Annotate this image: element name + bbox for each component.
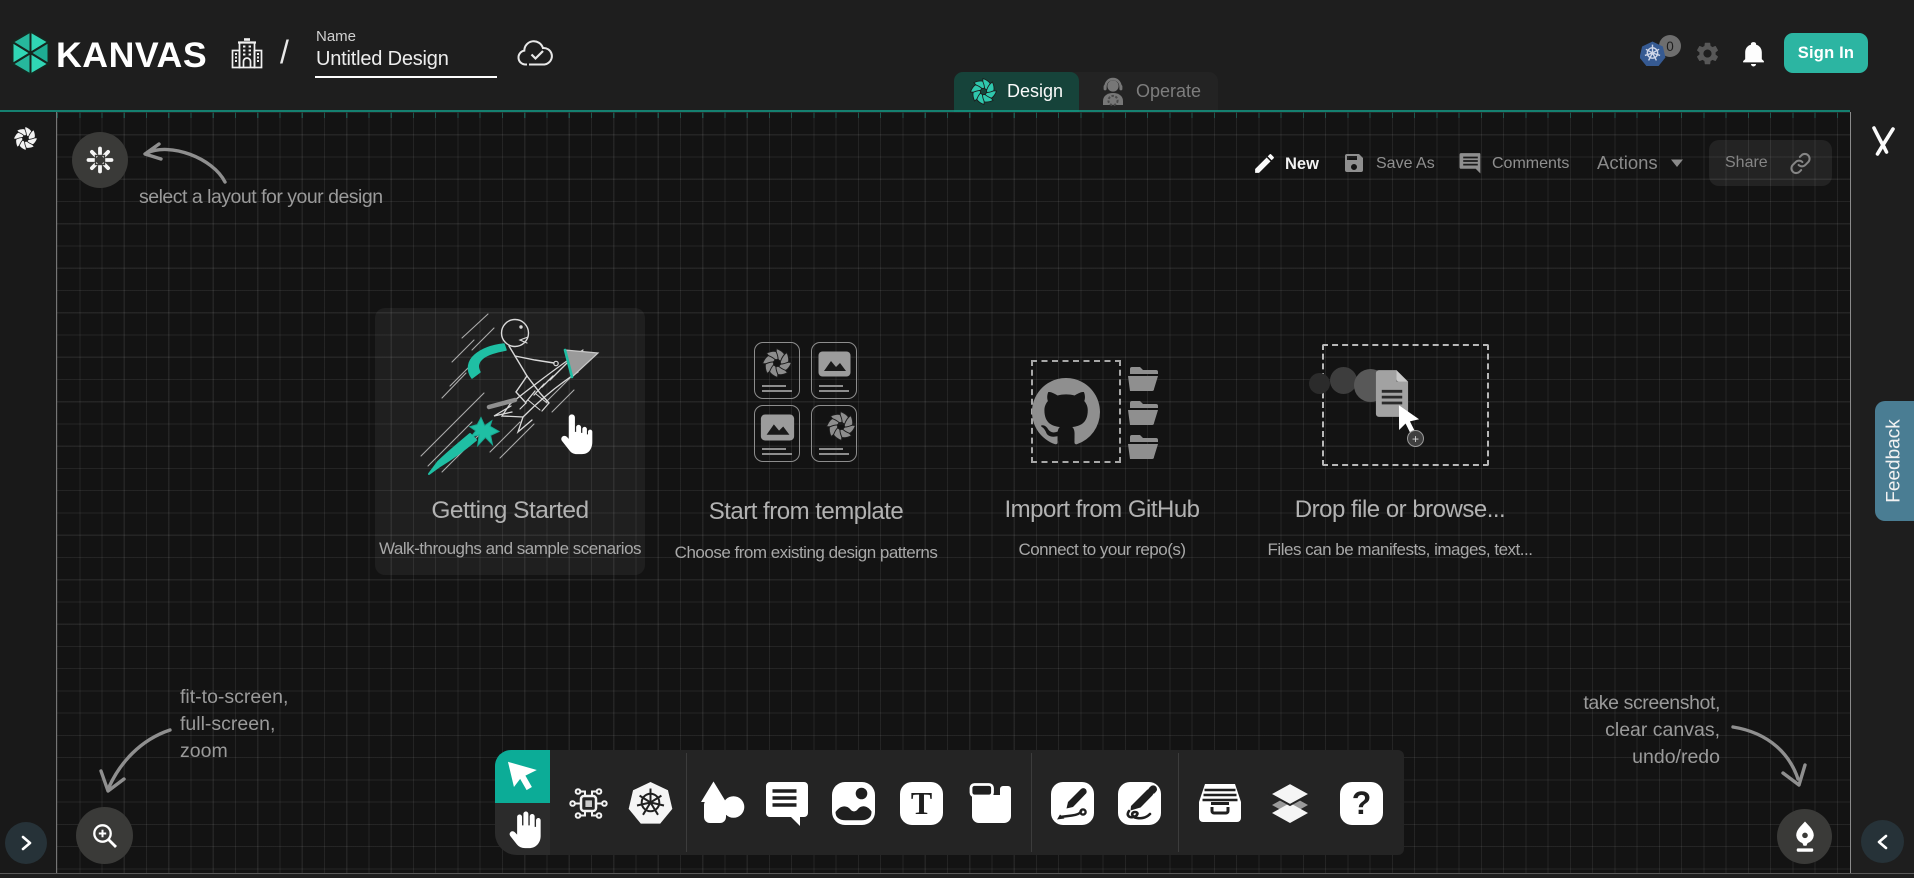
svg-text:?: ? [1352, 785, 1372, 821]
svg-text:T: T [911, 785, 932, 821]
